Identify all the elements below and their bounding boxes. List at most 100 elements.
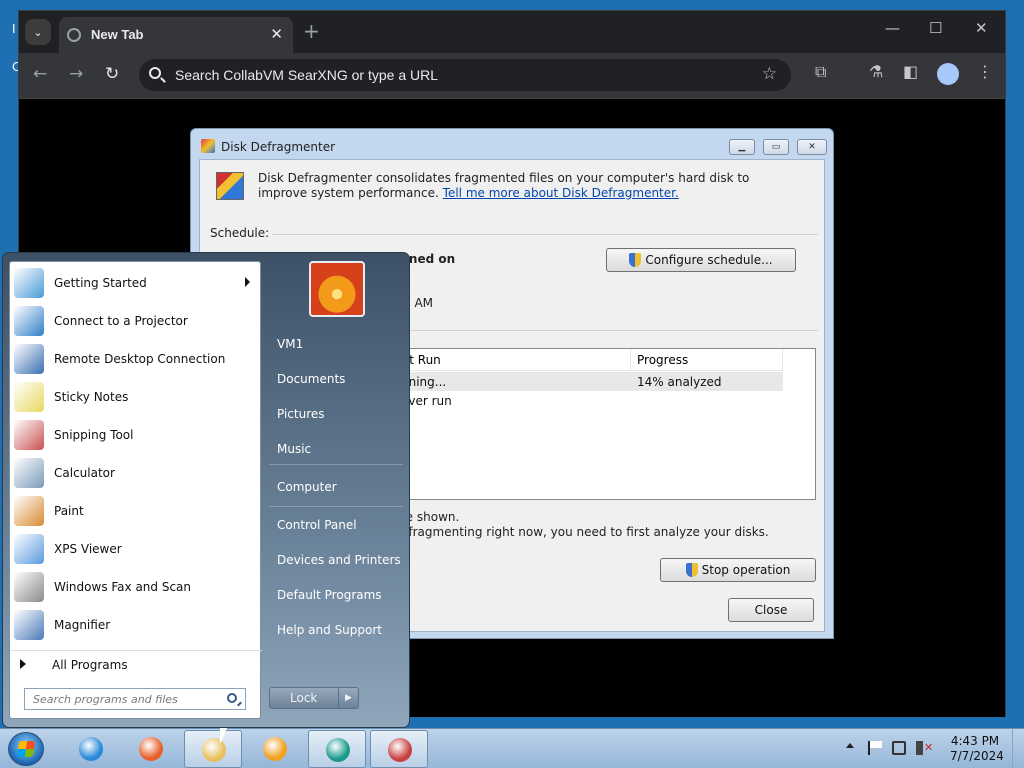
side-panel-icon[interactable]: ◧ xyxy=(903,62,918,81)
back-button[interactable]: ← xyxy=(33,64,47,84)
bookmark-star-icon[interactable]: ☆ xyxy=(762,64,777,84)
clock-time: 4:43 PM xyxy=(950,734,1000,748)
start-right-item[interactable]: Devices and Printers xyxy=(277,553,401,567)
reload-button[interactable]: ↻ xyxy=(105,64,119,84)
minimize-button[interactable]: ▁ xyxy=(729,139,755,155)
program-label: Magnifier xyxy=(54,618,111,632)
start-right-item[interactable]: Documents xyxy=(277,372,345,386)
address-input[interactable]: Search CollabVM SearXNG or type a URL xyxy=(175,67,438,83)
defrag-large-icon xyxy=(216,172,244,200)
clock-date: 7/7/2024 xyxy=(950,749,1004,763)
labs-icon[interactable]: ⚗ xyxy=(869,62,883,81)
all-programs-button[interactable]: All Programs xyxy=(10,650,262,676)
close-window-button[interactable]: ✕ xyxy=(975,19,988,37)
divider xyxy=(269,464,403,465)
start-search-input[interactable]: Search programs and files xyxy=(24,688,246,710)
forward-button[interactable]: → xyxy=(69,64,83,84)
start-program-item[interactable]: Getting Started xyxy=(10,264,262,302)
getting-started-icon xyxy=(14,268,44,298)
shutdown-options-arrow[interactable]: ▶ xyxy=(338,688,358,708)
show-desktop-button[interactable] xyxy=(1012,729,1024,768)
start-right-item[interactable]: Help and Support xyxy=(277,623,382,637)
lock-label: Lock xyxy=(290,691,318,705)
taskbar-button[interactable] xyxy=(246,730,304,768)
program-label: Remote Desktop Connection xyxy=(54,352,226,366)
schedule-label: Schedule: xyxy=(210,226,270,240)
defrag-app-icon xyxy=(388,738,412,762)
taskbar-button[interactable] xyxy=(122,730,180,768)
start-program-item[interactable]: Connect to a Projector xyxy=(10,302,262,340)
menu-icon[interactable]: ⋮ xyxy=(977,62,993,81)
tab-search-button[interactable]: ⌄ xyxy=(25,19,51,45)
start-right-item[interactable]: Computer xyxy=(277,480,337,494)
uac-shield-icon xyxy=(629,253,642,267)
start-program-item[interactable]: Windows Fax and Scan xyxy=(10,568,262,606)
paint-icon xyxy=(14,496,44,526)
submenu-arrow-icon xyxy=(245,277,250,287)
start-program-item[interactable]: Snipping Tool xyxy=(10,416,262,454)
user-picture[interactable] xyxy=(309,261,365,317)
system-clock[interactable]: 4:43 PM 7/7/2024 xyxy=(950,734,1004,764)
start-right-item[interactable]: VM1 xyxy=(277,337,303,351)
lock-button[interactable]: Lock ▶ xyxy=(269,687,359,709)
show-hidden-icons-icon[interactable] xyxy=(846,743,854,748)
new-tab-button[interactable]: + xyxy=(303,19,320,43)
chrome-app-icon xyxy=(326,738,350,762)
start-program-item[interactable]: XPS Viewer xyxy=(10,530,262,568)
action-center-flag-icon[interactable] xyxy=(868,741,882,755)
program-label: XPS Viewer xyxy=(54,542,122,556)
start-right-item[interactable]: Default Programs xyxy=(277,588,382,602)
calculator-icon xyxy=(14,458,44,488)
maximize-button[interactable]: ☐ xyxy=(929,19,942,37)
start-program-item[interactable]: Magnifier xyxy=(10,606,262,644)
configure-schedule-label: Configure schedule... xyxy=(645,253,773,267)
stop-operation-button[interactable]: Stop operation xyxy=(660,558,816,582)
progress-header-label: Progress xyxy=(637,353,689,367)
volume-muted-icon[interactable]: ✕ xyxy=(916,741,933,755)
browser-toolbar: ← → ↻ Search CollabVM SearXNG or type a … xyxy=(19,53,1005,99)
uac-shield-icon xyxy=(685,563,698,577)
program-label: Getting Started xyxy=(54,276,147,290)
maximize-button[interactable]: ▭ xyxy=(763,139,789,155)
defrag-titlebar[interactable]: Disk Defragmenter ▁ ▭ ✕ xyxy=(191,129,833,159)
taskbar-button[interactable] xyxy=(62,730,120,768)
start-program-item[interactable]: Paint xyxy=(10,492,262,530)
divider xyxy=(269,506,403,507)
taskbar-button[interactable] xyxy=(184,730,242,768)
start-right-item[interactable]: Control Panel xyxy=(277,518,357,532)
start-menu: Getting Started Connect to a Projector Rem… xyxy=(2,252,410,728)
extensions-icon[interactable]: ⧉ xyxy=(815,62,826,82)
learn-more-link[interactable]: Tell me more about Disk Defragmenter. xyxy=(443,186,679,200)
internet-explorer-icon xyxy=(79,737,103,761)
network-icon[interactable] xyxy=(892,741,906,755)
address-bar[interactable]: Search CollabVM SearXNG or type a URL ☆ xyxy=(139,59,791,91)
taskbar-button[interactable] xyxy=(370,730,428,768)
start-button[interactable] xyxy=(8,732,44,766)
column-header-progress[interactable]: Progress xyxy=(631,349,783,371)
snipping-tool-icon xyxy=(14,420,44,450)
search-placeholder: Search programs and files xyxy=(33,693,178,706)
start-program-item[interactable]: Remote Desktop Connection xyxy=(10,340,262,378)
start-right-item[interactable]: Music xyxy=(277,442,311,456)
globe-icon xyxy=(67,28,81,42)
tab-title: New Tab xyxy=(91,27,144,42)
start-program-item[interactable]: Sticky Notes xyxy=(10,378,262,416)
minimize-button[interactable]: — xyxy=(885,19,900,37)
start-program-item[interactable]: Calculator xyxy=(10,454,262,492)
all-programs-label: All Programs xyxy=(52,658,128,672)
firefox-icon xyxy=(139,737,163,761)
close-window-button[interactable]: ✕ xyxy=(797,139,827,155)
search-icon[interactable] xyxy=(227,693,237,703)
description: Disk Defragmenter consolidates fragmente… xyxy=(258,171,798,201)
tab-close-button[interactable]: ✕ xyxy=(270,25,283,43)
fax-scan-icon xyxy=(14,572,44,602)
window-title: Disk Defragmenter xyxy=(221,140,336,154)
profile-avatar[interactable] xyxy=(937,63,959,85)
taskbar-button[interactable] xyxy=(308,730,366,768)
configure-schedule-button[interactable]: Configure schedule... xyxy=(606,248,796,272)
program-label: Paint xyxy=(54,504,84,518)
close-button[interactable]: Close xyxy=(728,598,814,622)
start-right-item[interactable]: Pictures xyxy=(277,407,325,421)
tab-strip: ⌄ New Tab ✕ + — ☐ ✕ xyxy=(19,11,1005,53)
tab-new-tab[interactable]: New Tab ✕ xyxy=(59,17,293,53)
